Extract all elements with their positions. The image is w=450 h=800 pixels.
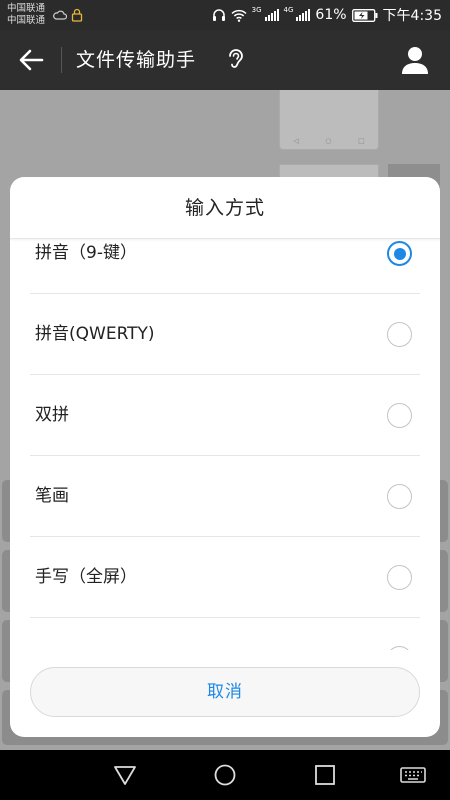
input-method-list[interactable]: 拼音（9-键） 拼音(QWERTY) 双拼 笔画 手写（全屏） [10, 240, 440, 650]
radio-button-selected[interactable] [387, 241, 412, 266]
network-type-1: 3G [251, 6, 262, 14]
dialog-title: 输入方式 [10, 177, 440, 239]
cloud-icon [53, 10, 67, 20]
option-partially-visible[interactable] [30, 618, 420, 650]
signal-icon [296, 9, 311, 21]
option-pinyin-9key[interactable]: 拼音（9-键） [30, 240, 420, 294]
clock: 下午4:35 [382, 8, 442, 24]
radio-button[interactable] [387, 484, 412, 509]
carrier-1: 中国联通 [7, 3, 46, 14]
battery-percent: 61% [315, 7, 347, 23]
input-method-dialog: 输入方式 拼音（9-键） 拼音(QWERTY) 双拼 笔画 手写（全屏） 取消 [10, 177, 440, 737]
ear-icon[interactable] [226, 47, 246, 73]
image-message-thumbnail: ◁ ○ □ [279, 90, 379, 150]
carrier-names: 中国联通 中国联通 [7, 3, 45, 27]
option-label: 拼音（9-键） [35, 243, 137, 263]
radio-button[interactable] [387, 565, 412, 590]
option-label: 笔画 [35, 486, 69, 506]
person-icon[interactable] [401, 45, 429, 75]
wifi-icon [231, 9, 247, 22]
option-label: 手写（全屏） [35, 567, 137, 587]
chat-header: 文件传输助手 [0, 30, 450, 90]
page-title: 文件传输助手 [76, 49, 197, 71]
network-type-2: 4G [283, 6, 294, 14]
lock-icon [71, 8, 83, 22]
battery-charging-icon [351, 8, 378, 22]
radio-button[interactable] [387, 403, 412, 428]
headset-icon [212, 9, 225, 21]
back-triangle-icon[interactable] [112, 762, 138, 788]
option-label: 双拼 [35, 405, 69, 425]
option-pinyin-qwerty[interactable]: 拼音(QWERTY) [30, 294, 420, 375]
cancel-button[interactable]: 取消 [30, 667, 420, 717]
option-label: 拼音(QWERTY) [35, 324, 155, 344]
option-stroke[interactable]: 笔画 [30, 456, 420, 537]
radio-button[interactable] [387, 322, 412, 347]
status-bar: 中国联通 中国联通 3G 4G 61% 下午4:35 [0, 0, 450, 30]
home-circle-icon[interactable] [212, 762, 238, 788]
carrier-2: 中国联通 [7, 15, 46, 26]
recents-square-icon[interactable] [312, 762, 338, 788]
radio-button[interactable] [387, 646, 412, 650]
signal-icon [264, 9, 279, 21]
option-shuangpin[interactable]: 双拼 [30, 375, 420, 456]
arrow-left-icon[interactable] [18, 46, 44, 74]
option-handwriting-fullscreen[interactable]: 手写（全屏） [30, 537, 420, 618]
system-navigation-bar [0, 750, 450, 800]
header-divider [61, 47, 62, 73]
keyboard-icon[interactable] [399, 762, 427, 788]
